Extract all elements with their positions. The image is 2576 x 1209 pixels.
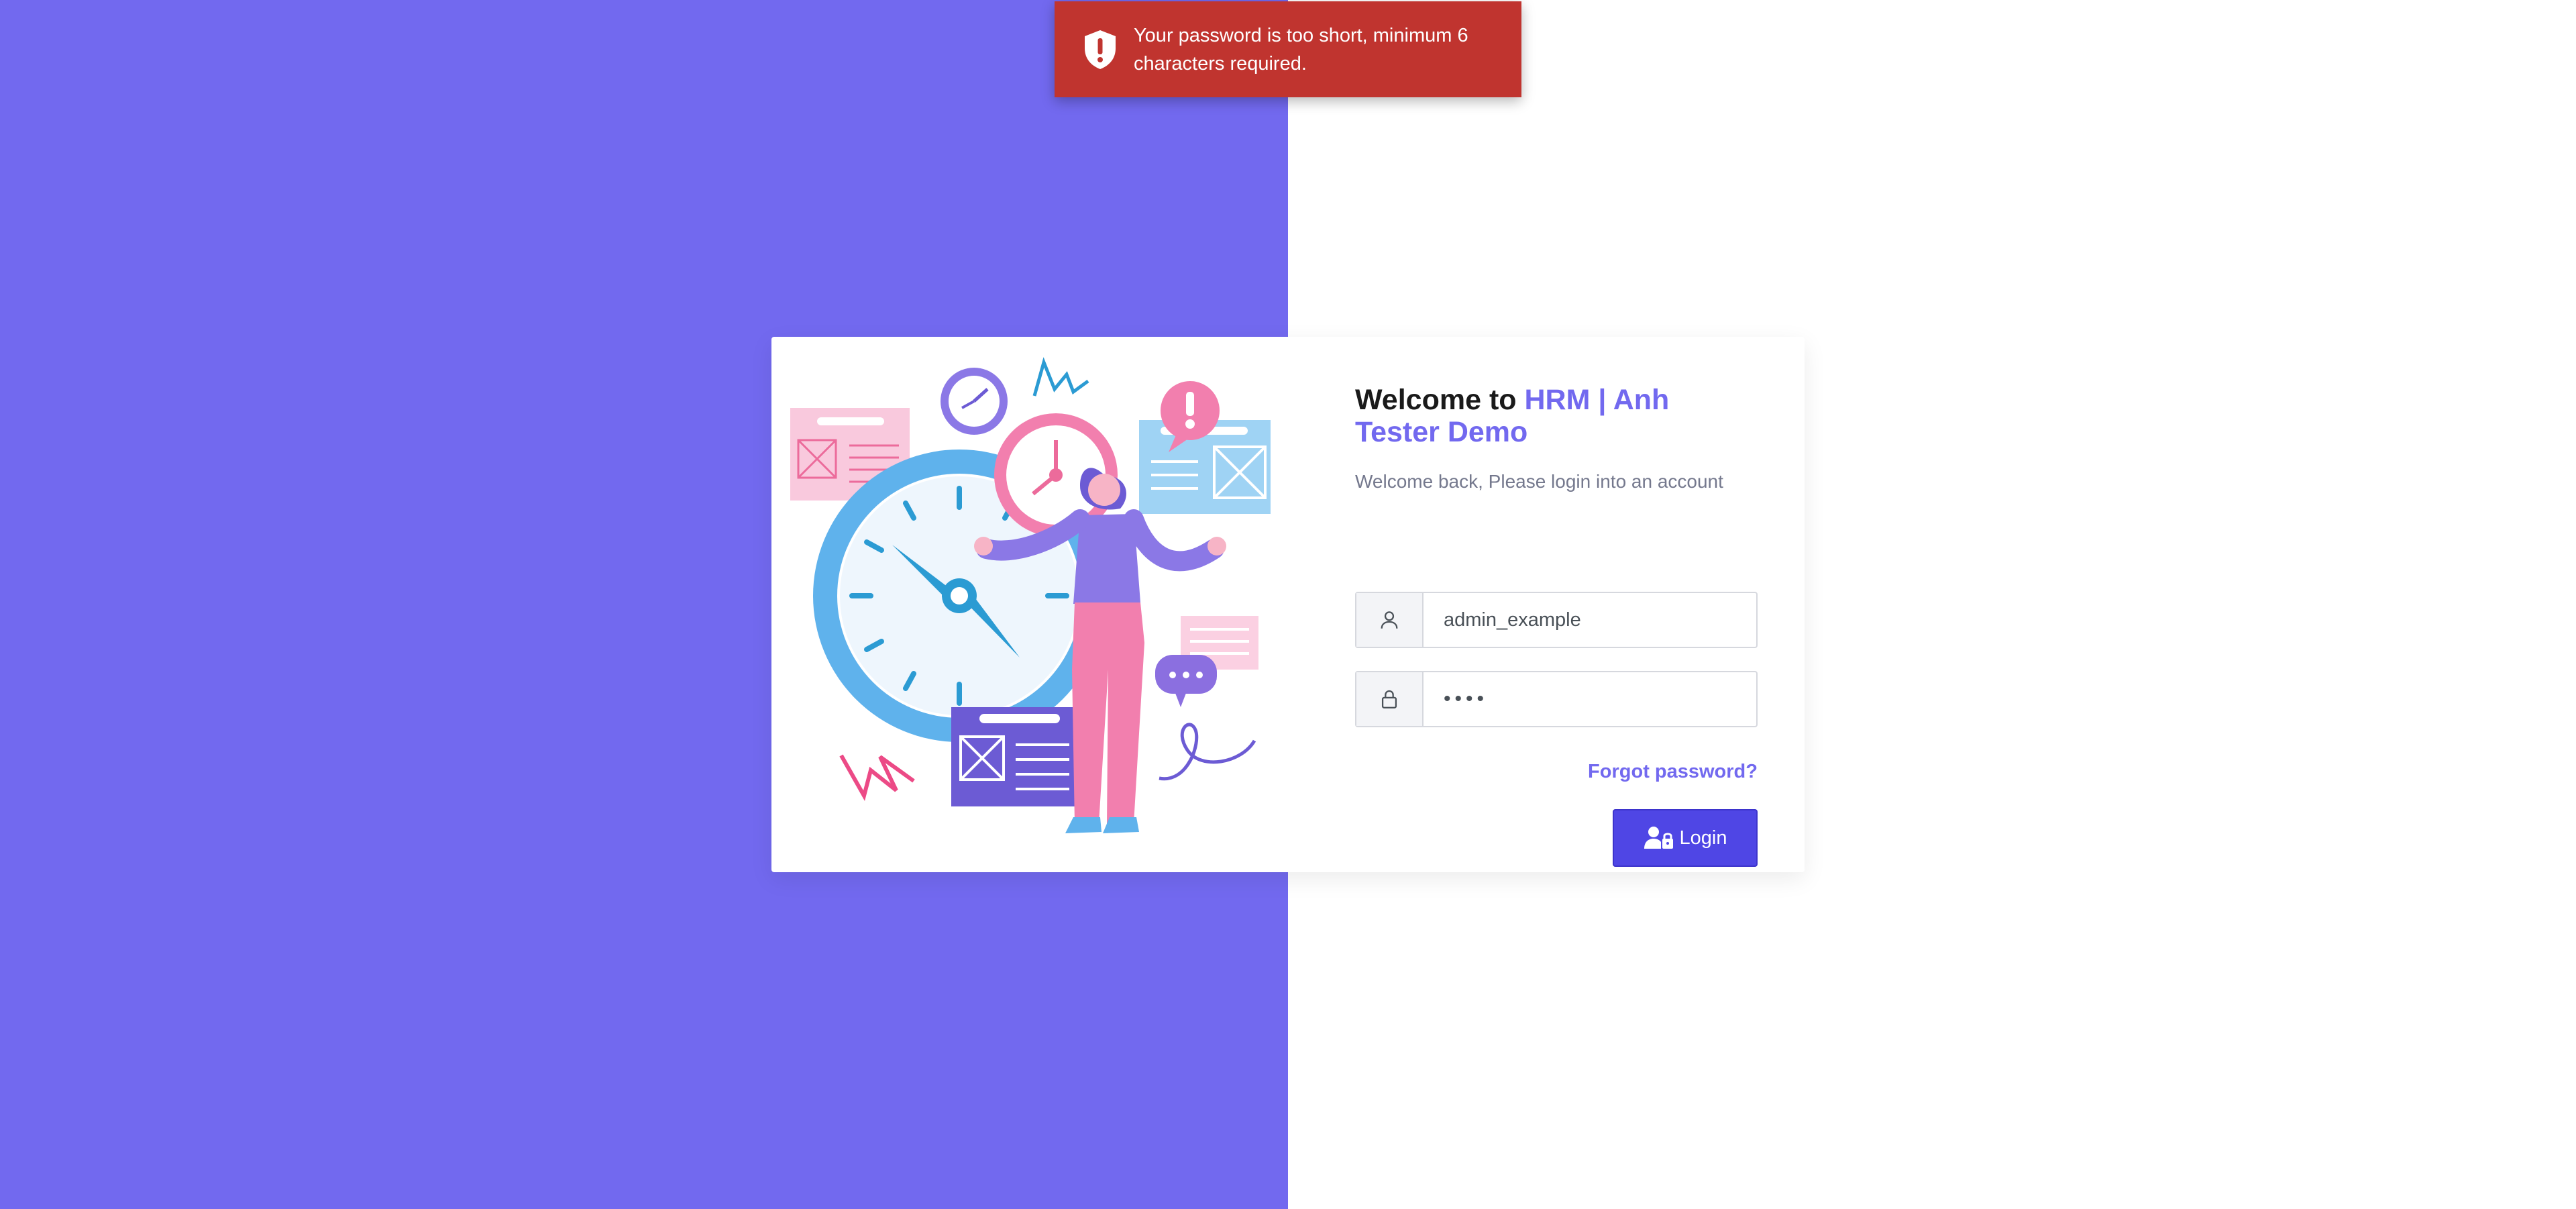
lock-icon: [1381, 690, 1397, 708]
username-input[interactable]: [1424, 593, 1756, 647]
password-group: [1355, 671, 1758, 727]
toast-message: Your password is too short, minimum 6 ch…: [1134, 24, 1468, 74]
forgot-password-link[interactable]: Forgot password?: [1588, 761, 1758, 783]
username-group: [1355, 592, 1758, 648]
login-button-label: Login: [1679, 827, 1727, 849]
user-lock-icon: [1644, 827, 1673, 849]
title-prefix: Welcome to: [1355, 384, 1517, 416]
login-card: Welcome to HRM | Anh Tester Demo Welcome…: [771, 337, 1805, 872]
login-subtitle: Welcome back, Please login into an accou…: [1355, 471, 1723, 492]
password-input[interactable]: [1424, 672, 1756, 726]
username-addon: [1356, 593, 1424, 647]
shield-alert-icon: [1085, 30, 1116, 69]
password-addon: [1356, 672, 1424, 726]
error-toast: Your password is too short, minimum 6 ch…: [1055, 1, 1521, 97]
user-icon: [1381, 611, 1398, 629]
login-form: Welcome to HRM | Anh Tester Demo Welcome…: [1355, 384, 1758, 867]
page-title: Welcome to HRM | Anh Tester Demo: [1355, 384, 1758, 448]
login-button[interactable]: Login: [1613, 809, 1758, 867]
login-illustration: [790, 357, 1271, 833]
